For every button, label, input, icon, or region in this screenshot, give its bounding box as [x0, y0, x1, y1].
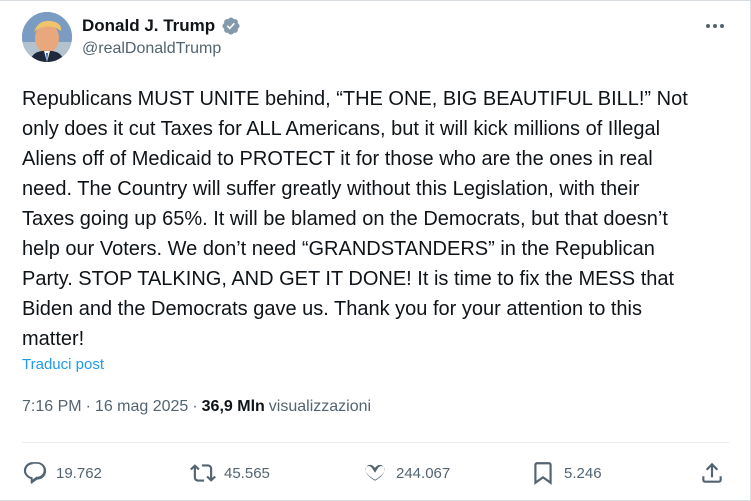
meta-separator: · [192, 398, 198, 415]
repost-icon [190, 464, 216, 482]
like-button[interactable]: 244.067 [362, 456, 450, 490]
like-icon [365, 464, 385, 481]
post-text: Republicans MUST UNITE behind, “THE ONE,… [22, 88, 688, 350]
author-handle[interactable]: @realDonaldTrump [82, 40, 221, 58]
more-icon[interactable] [703, 15, 727, 37]
post-header: Donald J. Trump @realDonaldTrump [22, 12, 727, 64]
reply-icon [23, 462, 47, 484]
meta-separator: · [85, 398, 91, 415]
action-bar: 19.762 45.565 244.067 5.246 [22, 456, 729, 490]
translate-post-link[interactable]: Traduci post [22, 356, 104, 373]
repost-button[interactable]: 45.565 [190, 456, 270, 490]
post-metadata: 7:16 PM · 16 mag 2025 · 36,9 Mln visuali… [22, 398, 371, 416]
bookmark-count: 5.246 [564, 464, 602, 482]
author-name-row: Donald J. Trump [82, 14, 241, 38]
share-icon [702, 462, 722, 483]
avatar[interactable] [22, 12, 72, 62]
like-count: 244.067 [396, 464, 451, 482]
reply-button[interactable]: 19.762 [22, 456, 102, 490]
reply-count: 19.762 [56, 464, 102, 482]
avatar-image [22, 12, 72, 62]
share-button[interactable] [699, 456, 725, 490]
repost-count: 45.565 [224, 464, 270, 482]
bookmark-button[interactable]: 5.246 [530, 456, 602, 490]
post-time[interactable]: 7:16 PM [22, 398, 82, 416]
verified-badge-icon[interactable] [221, 16, 241, 36]
bookmark-icon [534, 462, 552, 485]
views-label: visualizzazioni [268, 398, 372, 415]
views-count: 36,9 Mln [201, 398, 265, 415]
post-date[interactable]: 16 mag 2025 [95, 398, 188, 416]
author-name[interactable]: Donald J. Trump [82, 16, 215, 36]
divider [22, 442, 729, 443]
